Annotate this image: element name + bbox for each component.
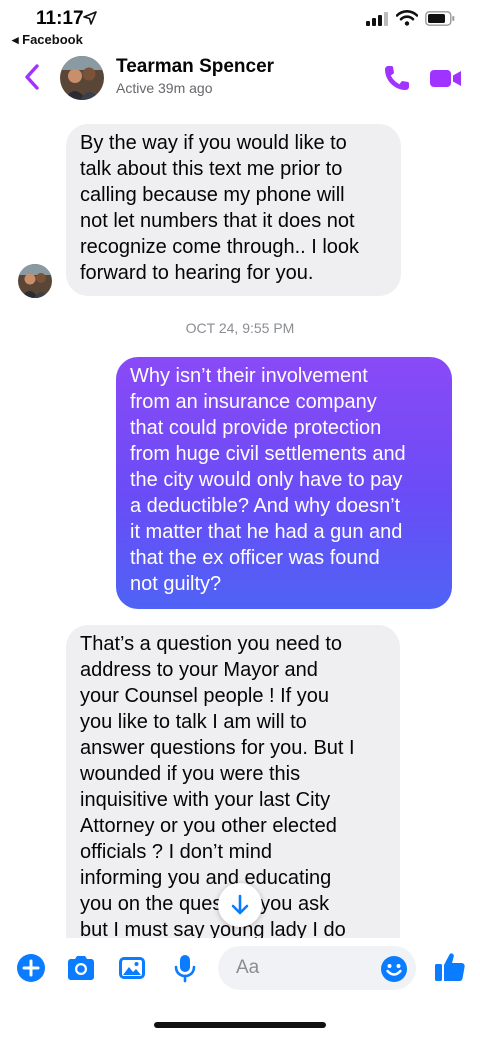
battery-icon <box>425 11 455 26</box>
message-thread[interactable]: By the way if you would like to talk abo… <box>0 106 480 938</box>
status-bar: 11:17 ◂ Facebook <box>0 0 480 50</box>
message-timestamp: OCT 24, 9:55 PM <box>185 320 295 336</box>
cellular-signal-icon <box>366 12 388 26</box>
home-indicator[interactable] <box>154 1022 326 1028</box>
chevron-left-icon[interactable] <box>18 60 46 94</box>
phone-icon[interactable] <box>381 62 413 94</box>
thumbs-up-icon[interactable] <box>433 950 467 984</box>
avatar-photo <box>60 56 104 100</box>
contact-avatar[interactable] <box>60 56 104 100</box>
conversation-header: Tearman Spencer Active 39m ago <box>0 50 480 106</box>
camera-icon[interactable] <box>66 953 96 983</box>
microphone-icon[interactable] <box>170 953 200 983</box>
sender-avatar-photo <box>18 264 52 298</box>
video-camera-icon[interactable] <box>428 62 464 94</box>
incoming-message[interactable]: By the way if you would like to talk abo… <box>66 124 401 296</box>
arrow-down-icon <box>231 894 249 915</box>
location-arrow-icon <box>83 11 97 25</box>
contact-name[interactable]: Tearman Spencer <box>116 56 274 78</box>
message-composer <box>0 938 480 1000</box>
contact-active-status: Active 39m ago <box>116 80 213 96</box>
status-time: 11:17 <box>36 8 84 29</box>
scroll-to-bottom-button[interactable] <box>218 883 262 927</box>
plus-icon[interactable] <box>16 953 46 983</box>
outgoing-message[interactable]: Why isn’t their involvement from an insu… <box>116 357 452 609</box>
back-to-app-link[interactable]: ◂ Facebook <box>12 32 83 48</box>
sender-avatar <box>18 264 52 298</box>
emoji-icon[interactable] <box>380 955 408 983</box>
image-icon[interactable] <box>117 953 147 983</box>
wifi-icon <box>396 10 418 26</box>
